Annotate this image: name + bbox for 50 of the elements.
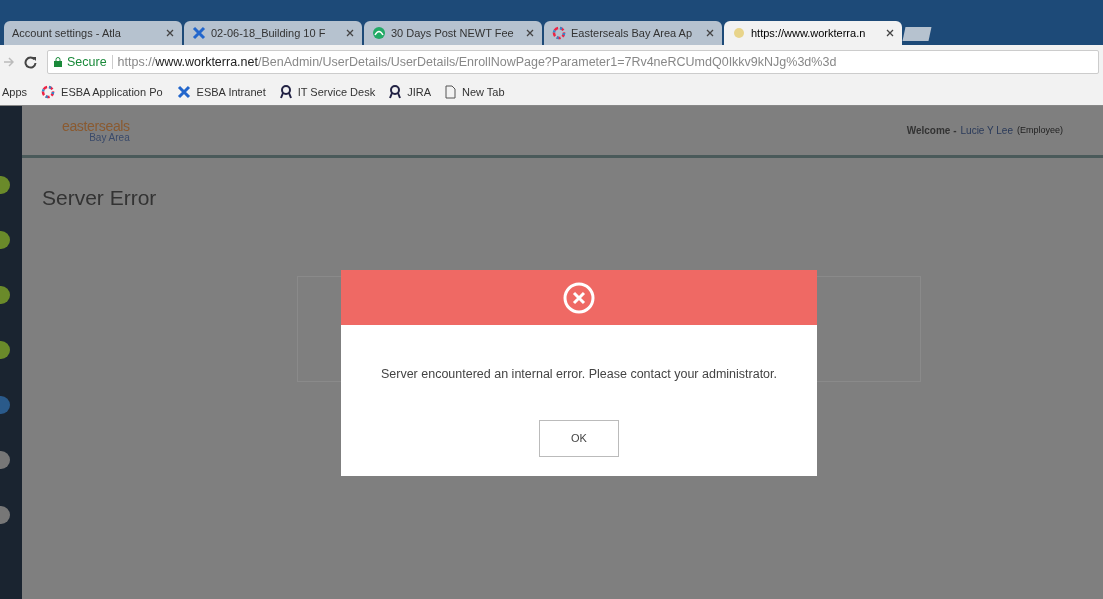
bookmark-item[interactable]: ESBA Intranet (176, 83, 266, 101)
tab-title: https://www.workterra.n (751, 25, 867, 41)
sun-icon (732, 26, 746, 40)
browser-tab[interactable]: Account settings - Atla (4, 21, 182, 45)
sidebar-icon[interactable] (0, 231, 10, 249)
badge-icon (279, 85, 292, 99)
error-icon (562, 280, 596, 315)
secure-label: Secure (67, 53, 107, 71)
new-tab-button[interactable] (902, 27, 932, 41)
bookmark-item[interactable]: ESBA Application Po (41, 83, 163, 101)
cross-icon (176, 85, 191, 99)
sidebar-icon[interactable] (0, 341, 10, 359)
lock-icon (54, 57, 62, 67)
ok-button[interactable]: OK (539, 419, 619, 457)
error-message: Server encountered an internal error. Please contact your administrator. (379, 366, 778, 383)
url-text: https://www.workterra.net/BenAdmin/UserDetails/UserDetails/EnrollNowPage?Parameter1=7Rv4neRCUmdQ0Ikkv9kNJg%3d%3d (117, 53, 837, 71)
sidebar-icon[interactable] (0, 286, 10, 304)
page-icon (445, 85, 456, 99)
page-title: Server Error (42, 185, 158, 211)
circle-icon (372, 26, 386, 40)
bookmark-item[interactable]: JIRA (389, 83, 431, 101)
address-field[interactable]: Secure https://www.workterra.net/BenAdmin/UserDetails/UserDetails/EnrollNowPage?Parameter1=7Rv4neRCUmdQ0Ikkv9kNJg%3d%3d (47, 50, 1099, 74)
close-icon[interactable] (886, 29, 894, 37)
welcome-label: Welcome - (906, 124, 957, 138)
badge-icon (389, 85, 402, 99)
ring-icon (41, 85, 56, 99)
browser-tab[interactable]: 02-06-18_Building 10 F (184, 21, 362, 45)
sidebar-icon[interactable] (0, 506, 10, 524)
tab-title: 02-06-18_Building 10 F (211, 25, 327, 41)
tab-title: Account settings - Atla (12, 25, 122, 41)
sidebar-icon[interactable] (0, 176, 10, 194)
ring-icon (552, 26, 566, 40)
close-icon[interactable] (346, 29, 354, 37)
close-icon[interactable] (526, 29, 534, 37)
tab-title: 30 Days Post NEWT Fee (391, 25, 515, 41)
bookmark-item[interactable]: IT Service Desk (279, 83, 376, 101)
browser-tab[interactable]: https://www.workterra.n (724, 21, 902, 45)
close-icon[interactable] (166, 29, 174, 37)
browser-tab[interactable]: Easterseals Bay Area Ap (544, 21, 722, 45)
bookmark-item[interactable]: Apps (2, 83, 28, 101)
user-role: (Employee) (1017, 123, 1063, 137)
close-icon[interactable] (706, 29, 714, 37)
cross-icon (192, 26, 206, 40)
bookmark-item[interactable]: New Tab (445, 83, 505, 101)
logo: easterseals Bay Area (62, 118, 130, 143)
reload-icon[interactable] (24, 55, 37, 69)
tab-title: Easterseals Bay Area Ap (571, 25, 694, 41)
sidebar-icon[interactable] (0, 451, 10, 469)
sidebar-icon[interactable] (0, 396, 10, 414)
browser-tab[interactable]: 30 Days Post NEWT Fee (364, 21, 542, 45)
